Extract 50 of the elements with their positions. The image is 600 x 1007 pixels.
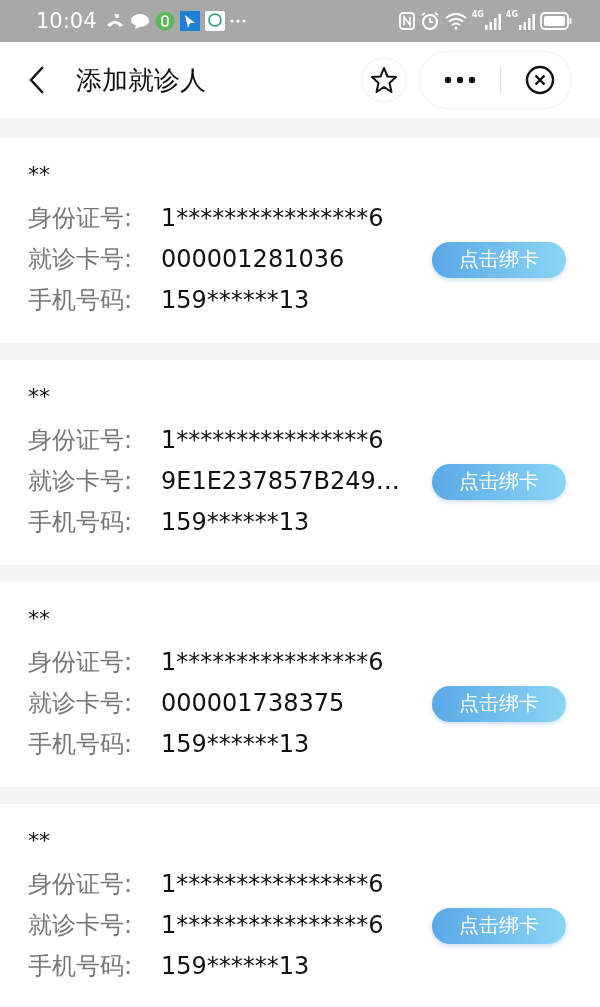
field-label: 就诊卡号:: [28, 688, 134, 719]
field-label: 身份证号:: [28, 869, 134, 900]
field-value: 1****************6: [161, 869, 384, 900]
bind-card-button[interactable]: 点击绑卡: [432, 241, 566, 278]
field-label: 手机号码:: [28, 729, 134, 760]
field-value: 1****************6: [161, 203, 384, 234]
patient-name: **: [28, 161, 51, 189]
field-label: 就诊卡号:: [28, 466, 134, 497]
patient-name: **: [28, 827, 51, 855]
chat-bubble-icon: [129, 12, 150, 30]
field-value: 1****************6: [161, 910, 384, 941]
status-time: 10:04: [36, 9, 97, 33]
field-label: 手机号码:: [28, 951, 134, 982]
field-value: 159******13: [161, 729, 310, 760]
wifi-icon: [444, 12, 467, 30]
app-badge-icon: [154, 11, 175, 31]
back-icon[interactable]: [28, 65, 46, 95]
more-icon[interactable]: [444, 76, 476, 84]
bind-card-button[interactable]: 点击绑卡: [432, 685, 566, 722]
network-type-label: 4G: [505, 10, 518, 19]
close-icon[interactable]: [525, 65, 555, 95]
field-value: 1****************6: [161, 647, 384, 678]
nfc-icon: [398, 12, 415, 30]
field-label: 手机号码:: [28, 507, 134, 538]
more-notifications-icon: [229, 18, 246, 24]
field-value: 1****************6: [161, 425, 384, 456]
field-label: 身份证号:: [28, 203, 134, 234]
bind-card-button[interactable]: 点击绑卡: [432, 463, 566, 500]
signal-icon: [484, 12, 501, 30]
patient-name: **: [28, 605, 51, 633]
app-badge-icon: [179, 11, 200, 31]
field-value: 159******13: [161, 951, 310, 982]
field-label: 身份证号:: [28, 647, 134, 678]
battery-icon: [540, 12, 572, 30]
network-type-label: 4G: [471, 10, 484, 19]
field-label: 身份证号:: [28, 425, 134, 456]
field-label: 手机号码:: [28, 285, 134, 316]
patient-name: **: [28, 383, 51, 411]
app-badge-icon: [204, 11, 225, 31]
signal-icon: [519, 12, 535, 30]
field-value: 000001738375: [161, 688, 345, 719]
bind-card-button[interactable]: 点击绑卡: [432, 907, 566, 944]
field-value: 159******13: [161, 285, 310, 316]
field-label: 就诊卡号:: [28, 910, 134, 941]
field-label: 就诊卡号:: [28, 244, 134, 275]
field-value: 9E1E237857B249…: [161, 466, 400, 497]
field-value: 159******13: [161, 507, 310, 538]
field-value: 000001281036: [161, 244, 345, 275]
alarm-icon: [419, 11, 440, 31]
page-title: 添加就诊人: [76, 63, 206, 97]
